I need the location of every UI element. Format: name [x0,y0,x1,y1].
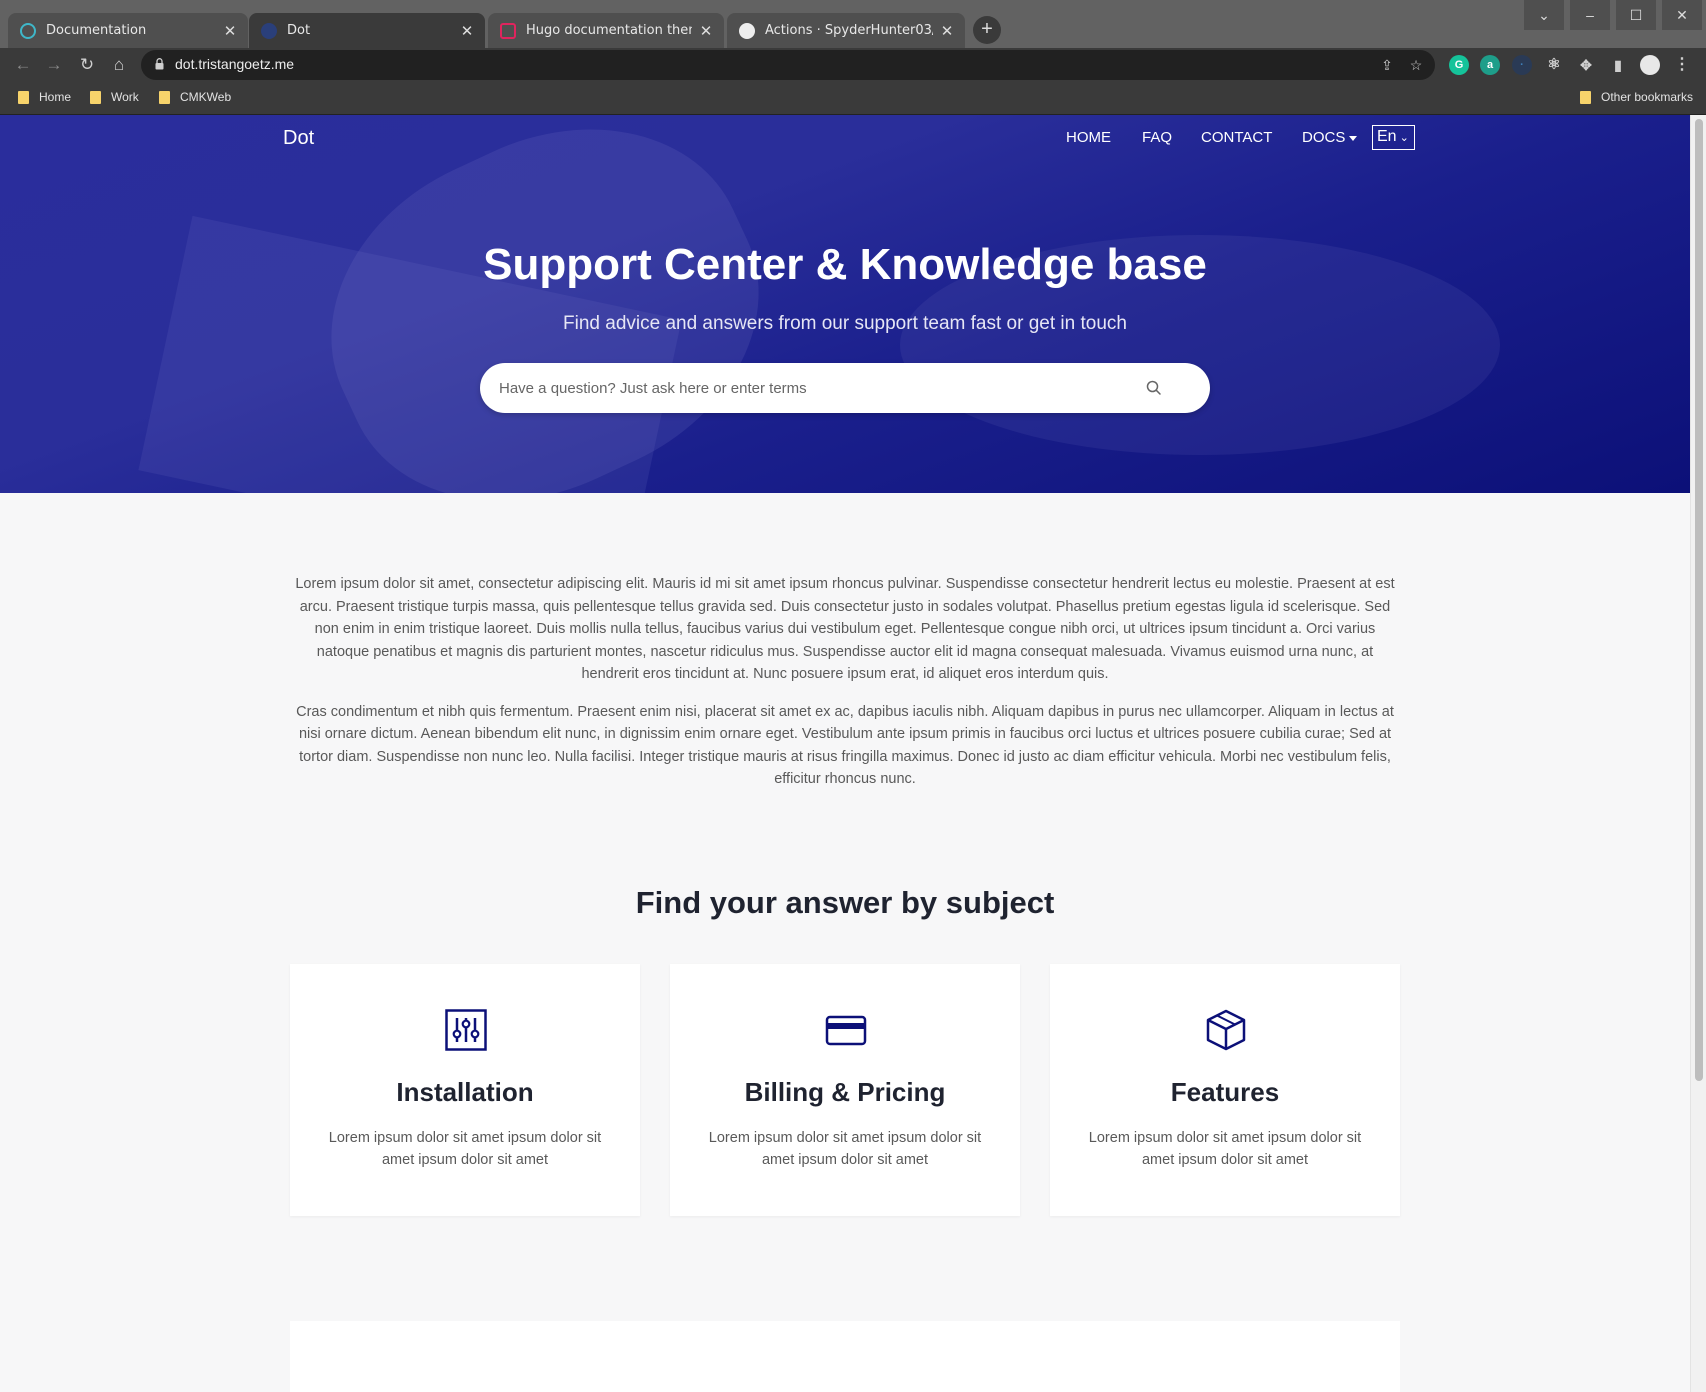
search-icon[interactable] [1144,378,1164,398]
caret-down-icon [1349,135,1358,141]
url-text: dot.tristangoetz.me [175,56,295,72]
tab-github-actions[interactable]: Actions · SpyderHunter03/hugo- ✕ [727,13,965,48]
hero-section: Dot HOME FAQ CONTACT DOCS En ⌄ Support Ce… [0,115,1690,493]
tab-title: Actions · SpyderHunter03/hugo- [765,23,933,38]
nav-faq[interactable]: FAQ [1142,129,1172,146]
bookmark-star-icon[interactable]: ☆ [1406,55,1426,75]
intro-paragraph: Cras condimentum et nibh quis fermentum.… [296,703,1394,788]
close-tab-icon[interactable]: ✕ [222,22,238,40]
menu-kebab-icon[interactable]: ⋮ [1672,55,1692,75]
card-title: Billing & Pricing [744,1077,946,1107]
card-text: Lorem ipsum dolor sit amet ipsum dolor s… [1088,1130,1362,1168]
dot-favicon-icon [261,22,277,39]
extensions-puzzle-icon[interactable]: ✥ [1576,55,1596,75]
bookmark-label: Other bookmarks [1601,90,1694,104]
bookmark-cmkweb[interactable]: CMKWeb [159,90,231,104]
subject-card-installation[interactable]: Installation Lorem ipsum dolor sit amet … [290,964,640,1216]
scrollbar-thumb[interactable] [1695,119,1703,1081]
close-tab-icon[interactable]: ✕ [698,22,714,40]
nav-docs-label: DOCS [1302,129,1346,146]
intro-text: Lorem ipsum dolor sit amet, consectetur … [288,573,1402,806]
subject-card-features[interactable]: Features Lorem ipsum dolor sit amet ipsu… [1050,964,1400,1216]
bookmark-label: CMKWeb [180,90,232,104]
bookmark-other[interactable]: Other bookmarks [1580,90,1693,104]
tab-hugo-docs[interactable]: Hugo documentation theme ✕ [488,13,724,48]
grammarly-icon[interactable]: G [1449,55,1469,75]
extension-icon[interactable]: · [1512,55,1532,75]
amazon-assistant-icon[interactable]: a [1480,55,1500,75]
bookmark-work[interactable]: Work [90,90,139,104]
nav-home[interactable]: HOME [1066,129,1111,146]
language-value: En [1377,128,1397,145]
tab-documentation[interactable]: Documentation ✕ [8,13,248,48]
close-tab-icon[interactable]: ✕ [459,22,475,40]
address-bar[interactable]: dot.tristangoetz.me ⇪ ☆ [141,50,1435,80]
nav-docs-dropdown[interactable]: DOCS [1302,129,1358,146]
language-select[interactable]: En ⌄ [1372,125,1415,150]
content-card [290,1321,1400,1392]
box-icon [1206,1009,1246,1051]
search-box [480,363,1210,413]
browser-chrome: Documentation ✕ Dot ✕ Hugo documentation… [0,0,1706,115]
new-tab-button[interactable]: + [973,16,1001,44]
bookmarks-bar: Home Work CMKWeb Other bookmarks [0,82,1706,115]
hero-title: Support Center & Knowledge base [483,240,1207,289]
card-title: Installation [396,1077,534,1107]
maximize-icon[interactable]: ☐ [1616,0,1656,30]
chevron-down-icon: ⌄ [1399,132,1409,144]
home-icon[interactable]: ⌂ [106,52,132,78]
side-panel-icon[interactable]: ▮ [1608,55,1628,75]
tab-dot[interactable]: Dot ✕ [249,13,485,48]
page-viewport: Dot HOME FAQ CONTACT DOCS En ⌄ Support Ce… [0,115,1690,1392]
site-logo[interactable]: Dot [283,127,314,150]
forward-icon[interactable]: → [41,52,67,78]
sliders-icon [445,1009,487,1051]
bookmark-label: Work [111,90,139,104]
section-title: Find your answer by subject [635,885,1055,920]
close-window-icon[interactable]: ✕ [1662,0,1702,30]
react-devtools-icon[interactable]: ⚛ [1544,55,1564,75]
back-icon[interactable]: ← [10,52,36,78]
subject-card-billing[interactable]: Billing & Pricing Lorem ipsum dolor sit … [670,964,1020,1216]
card-text: Lorem ipsum dolor sit amet ipsum dolor s… [708,1130,982,1168]
profile-avatar[interactable] [1640,55,1660,75]
page-scrollbar[interactable] [1690,115,1706,1392]
lock-icon [155,58,164,70]
hugo-favicon-icon [500,22,516,39]
folder-icon [90,90,101,104]
tab-search-icon[interactable]: ⌄ [1524,0,1564,30]
card-title: Features [1170,1077,1280,1107]
bookmark-home[interactable]: Home [18,90,71,104]
intro-paragraph: Lorem ipsum dolor sit amet, consectetur … [295,576,1395,682]
search-input[interactable] [499,376,1139,400]
nav-contact[interactable]: CONTACT [1201,129,1272,146]
tab-title: Documentation [46,23,147,38]
tab-title: Hugo documentation theme [526,23,692,38]
minimize-icon[interactable]: – [1570,0,1610,30]
browser-toolbar: ← → ↻ ⌂ dot.tristangoetz.me ⇪ ☆ G a · ⚛ … [0,48,1706,82]
hero-subtitle: Find advice and answers from our support… [563,313,1127,334]
documentation-favicon-icon [20,22,36,39]
tab-strip: Documentation ✕ Dot ✕ Hugo documentation… [0,0,1706,48]
credit-card-icon [825,1015,867,1046]
close-tab-icon[interactable]: ✕ [939,22,955,40]
folder-icon [159,90,170,104]
bookmark-label: Home [39,90,72,104]
reload-icon[interactable]: ↻ [74,52,100,78]
tab-title: Dot [287,23,311,38]
share-icon[interactable]: ⇪ [1377,55,1397,75]
github-favicon-icon [739,22,755,39]
folder-icon [18,90,29,104]
card-text: Lorem ipsum dolor sit amet ipsum dolor s… [328,1130,602,1168]
folder-icon [1580,90,1591,104]
